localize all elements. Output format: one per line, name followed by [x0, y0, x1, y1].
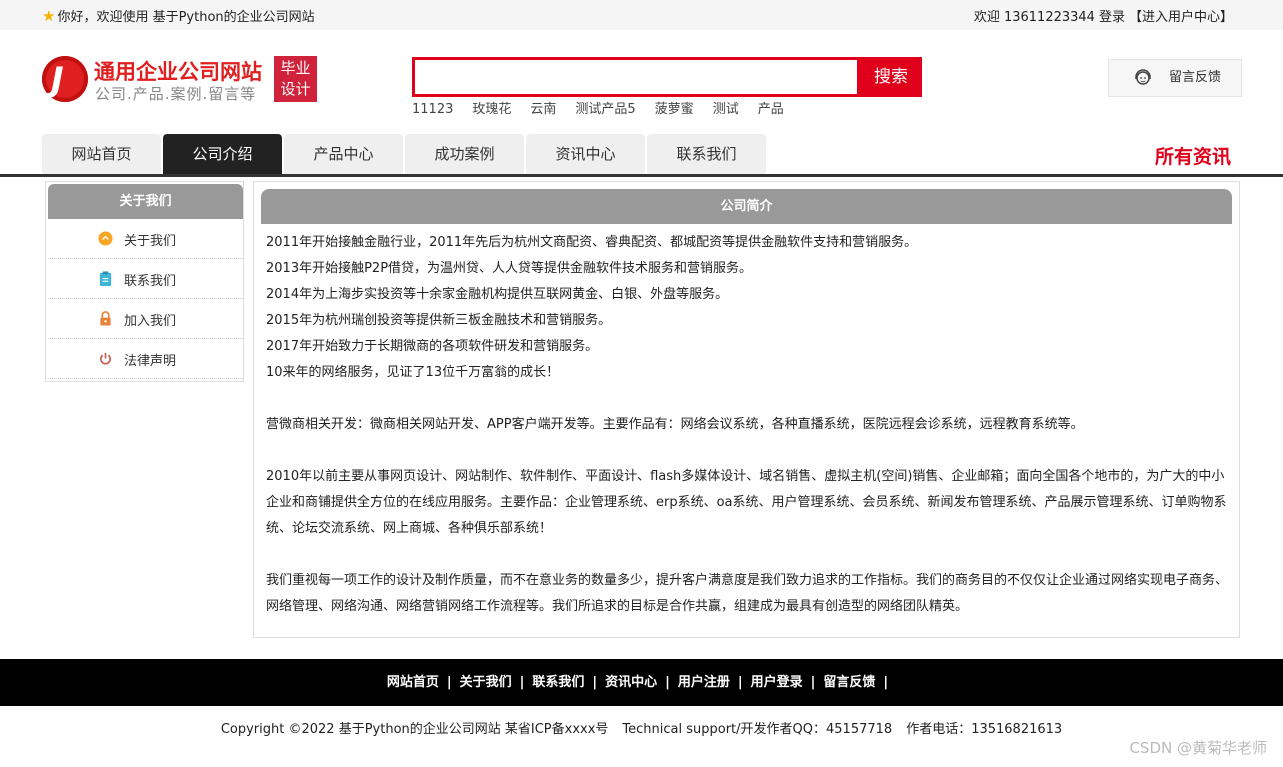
footer-link-feedback[interactable]: 留言反馈	[823, 675, 875, 690]
nav-item-contact[interactable]: 联系我们	[647, 134, 766, 174]
welcome-label: 你好，欢迎使用 基于Python的企业公司网站	[57, 10, 315, 25]
hotword[interactable]: 产品	[758, 102, 784, 117]
sidebar: 关于我们 关于我们 联系我们 加入我们 法律声明	[45, 181, 244, 382]
paragraph: 2017年开始致力于长期微商的各项软件研发和营销服务。	[266, 339, 599, 354]
paragraph: 2011年开始接触金融行业，2011年先后为杭州文商配资、睿典配资、都城配资等提…	[266, 235, 918, 250]
power-icon	[100, 352, 111, 365]
support-text: Technical support/开发作者QQ：45157718	[622, 722, 893, 737]
footer-link-news[interactable]: 资讯中心	[605, 675, 657, 690]
sidebar-item-label: 关于我们	[124, 234, 177, 249]
footer-link-contact[interactable]: 联系我们	[532, 675, 584, 690]
hotword[interactable]: 测试产品5	[575, 102, 635, 117]
separator: |	[810, 675, 816, 690]
footer-nav: 网站首页 | 关于我们 | 联系我们 | 资讯中心 | 用户注册 | 用户登录 | 留言反馈 |	[0, 659, 1283, 706]
nav-item-home[interactable]: 网站首页	[42, 134, 161, 174]
hotword[interactable]: 11123	[412, 102, 453, 117]
feedback-label: 留言反馈	[1169, 70, 1222, 85]
hotword[interactable]: 云南	[530, 102, 556, 117]
graduation-badge: 毕业 设计	[274, 56, 317, 102]
hotword[interactable]: 玫瑰花	[472, 102, 511, 117]
all-news-link[interactable]: 所有资讯	[1155, 142, 1231, 169]
logo-title[interactable]: 通用企业公司网站	[94, 56, 262, 86]
user-greeting: 欢迎 13611223344	[973, 10, 1095, 25]
phone-text: 作者电话：13516821613	[906, 722, 1063, 737]
paragraph: 2013年开始接触P2P借贷，为温州贷、人人贷等提供金融软件技术服务和营销服务。	[266, 261, 753, 276]
feedback-button[interactable]: 留言反馈	[1108, 59, 1242, 97]
paragraph: 营微商相关开发：微商相关网站开发、APP客户端开发等。主要作品有：网络会议系统，…	[266, 417, 1084, 432]
search-button[interactable]: 搜索	[860, 57, 922, 97]
headset-icon	[1135, 69, 1151, 85]
separator: |	[665, 675, 670, 690]
orange-circle-icon	[98, 231, 113, 246]
user-links: 欢迎 13611223344 登录 【进入用户中心】	[970, 6, 1233, 25]
sidebar-item-label: 联系我们	[124, 274, 177, 289]
sidebar-item-join[interactable]: 加入我们	[48, 299, 243, 339]
nav-item-cases[interactable]: 成功案例	[405, 134, 524, 174]
footer-link-home[interactable]: 网站首页	[387, 675, 439, 690]
clipboard-icon	[99, 271, 112, 286]
paragraph: 2014年为上海步实投资等十余家金融机构提供互联网黄金、白银、外盘等服务。	[266, 287, 729, 302]
sidebar-item-legal[interactable]: 法律声明	[48, 339, 243, 379]
login-link[interactable]: 登录	[1099, 10, 1125, 25]
separator: |	[737, 675, 743, 690]
copyright: Copyright ©2022 基于Python的企业公司网站 某省ICP备xx…	[0, 718, 1283, 737]
search-box	[412, 57, 860, 97]
nav-divider	[0, 174, 1283, 177]
paragraph: 10来年的网络服务，见证了13位千万富翁的成长！	[266, 365, 560, 380]
separator: |	[592, 675, 598, 690]
paragraph: 2010年以前主要从事网页设计、网站制作、软件制作、平面设计、flash多媒体设…	[266, 469, 1227, 536]
sidebar-title: 关于我们	[48, 184, 243, 219]
content-panel: 公司简介 2011年开始接触金融行业，2011年先后为杭州文商配资、睿典配资、都…	[253, 181, 1240, 638]
copyright-text: Copyright ©2022 基于Python的企业公司网站 某省ICP备xx…	[220, 722, 609, 737]
welcome-text: ★ 你好，欢迎使用 基于Python的企业公司网站	[42, 6, 315, 25]
footer-link-about[interactable]: 关于我们	[460, 675, 512, 690]
user-center-link[interactable]: 【进入用户中心】	[1129, 10, 1233, 25]
separator: |	[883, 675, 889, 690]
separator: |	[446, 675, 452, 690]
search-input[interactable]	[415, 60, 857, 94]
badge-line2: 设计	[280, 80, 311, 98]
content-title: 公司简介	[261, 189, 1232, 224]
separator: |	[519, 675, 525, 690]
hotword[interactable]: 测试	[713, 102, 739, 117]
paragraph: 我们重视每一项工作的设计及制作质量，而不在意业务的数量多少，提升客户满意度是我们…	[266, 573, 1229, 614]
paragraph: 2015年为杭州瑞创投资等提供新三板金融技术和营销服务。	[266, 313, 612, 328]
footer-link-register[interactable]: 用户注册	[678, 675, 730, 690]
star-icon: ★	[42, 7, 56, 25]
lock-icon	[100, 311, 111, 326]
watermark: CSDN @黄菊华老师	[1129, 739, 1267, 757]
nav-item-products[interactable]: 产品中心	[284, 134, 403, 174]
hot-keywords: 11123 玫瑰花 云南 测试产品5 菠萝蜜 测试 产品	[412, 98, 803, 117]
sidebar-item-label: 法律声明	[124, 354, 177, 369]
logo-subtitle: 公司.产品.案例.留言等	[95, 85, 257, 103]
badge-line1: 毕业	[280, 59, 311, 77]
nav-item-news[interactable]: 资讯中心	[526, 134, 645, 174]
content-body: 2011年开始接触金融行业，2011年先后为杭州文商配资、睿典配资、都城配资等提…	[266, 230, 1228, 620]
footer-link-login[interactable]: 用户登录	[751, 675, 803, 690]
sidebar-item-about[interactable]: 关于我们	[48, 219, 243, 259]
sidebar-item-label: 加入我们	[124, 314, 177, 329]
sidebar-item-contact[interactable]: 联系我们	[48, 259, 243, 299]
hotword[interactable]: 菠萝蜜	[655, 102, 694, 117]
nav-item-about[interactable]: 公司介绍	[163, 134, 282, 174]
logo-icon[interactable]: J	[42, 56, 88, 102]
